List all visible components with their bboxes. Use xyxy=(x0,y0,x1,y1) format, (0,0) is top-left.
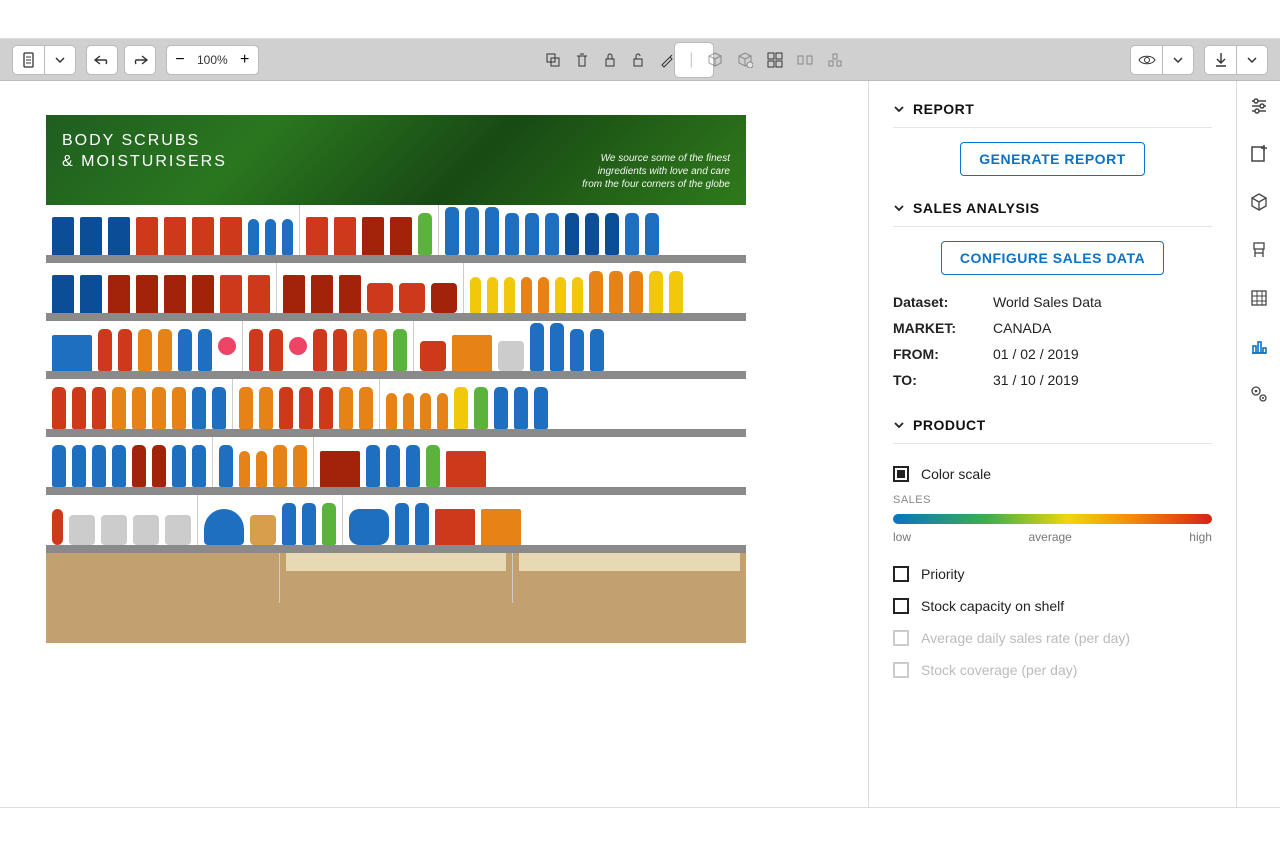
sales-label: SALES xyxy=(893,494,1212,506)
avg-daily-label: Average daily sales rate (per day) xyxy=(921,630,1130,646)
cube-plus-icon[interactable] xyxy=(737,52,753,68)
shelf-5 xyxy=(46,437,746,495)
view-mode-button[interactable] xyxy=(1130,45,1194,75)
chevron-down-icon xyxy=(893,419,905,431)
dataset-value: World Sales Data xyxy=(993,294,1102,310)
priority-label: Priority xyxy=(921,566,965,582)
split-icon[interactable] xyxy=(797,52,813,68)
planogram-header: BODY SCRUBS & MOISTURISERS We source som… xyxy=(46,115,746,205)
shelves xyxy=(46,205,746,603)
cube-icon[interactable] xyxy=(1246,189,1272,215)
to-value: 31 / 10 / 2019 xyxy=(993,372,1079,388)
browser-placeholder xyxy=(0,0,1280,39)
zoom-control[interactable]: − 100% + xyxy=(166,45,259,75)
download-button[interactable] xyxy=(1204,45,1268,75)
unlock-icon[interactable] xyxy=(631,52,645,68)
shelf-2 xyxy=(46,263,746,321)
zoom-value: 100% xyxy=(193,53,232,67)
chevron-down-icon xyxy=(893,103,905,115)
canvas-area[interactable]: BODY SCRUBS & MOISTURISERS We source som… xyxy=(0,81,868,807)
scale-labels: low average high xyxy=(893,530,1212,544)
shelf-1 xyxy=(46,205,746,263)
zoom-in-button[interactable]: + xyxy=(232,46,258,74)
chevron-down-icon[interactable] xyxy=(1236,45,1268,75)
grid-icon[interactable] xyxy=(1246,285,1272,311)
shelf-4 xyxy=(46,379,746,437)
color-scale-checkbox[interactable] xyxy=(893,466,909,482)
undo-button[interactable] xyxy=(86,45,118,75)
to-label: TO: xyxy=(893,372,993,388)
shelf-7-base xyxy=(46,553,746,603)
priority-checkbox[interactable] xyxy=(893,566,909,582)
duplicate-icon[interactable] xyxy=(545,52,561,68)
dataset-label: Dataset: xyxy=(893,294,993,310)
market-value: CANADA xyxy=(993,320,1051,336)
planogram-title-2: & MOISTURISERS xyxy=(62,153,227,170)
file-menu-button[interactable] xyxy=(12,45,76,75)
market-label: MARKET: xyxy=(893,320,993,336)
section-product-header[interactable]: PRODUCT xyxy=(893,411,1212,444)
section-sales-title: SALES ANALYSIS xyxy=(913,200,1040,216)
right-rail xyxy=(1236,81,1280,807)
distribute-icon[interactable] xyxy=(827,52,843,68)
coverage-label: Stock coverage (per day) xyxy=(921,662,1077,678)
eye-icon[interactable] xyxy=(1130,45,1162,75)
chevron-down-icon[interactable] xyxy=(44,45,76,75)
fixture-icon[interactable] xyxy=(1246,237,1272,263)
chevron-down-icon xyxy=(893,202,905,214)
gears-icon[interactable] xyxy=(1246,381,1272,407)
center-tool-group: | xyxy=(674,42,714,78)
coverage-checkbox xyxy=(893,662,909,678)
generate-report-button[interactable]: GENERATE REPORT xyxy=(960,142,1144,176)
color-scale-label: Color scale xyxy=(921,466,991,482)
redo-button[interactable] xyxy=(124,45,156,75)
sales-gradient xyxy=(893,514,1212,524)
section-report-header[interactable]: REPORT xyxy=(893,95,1212,128)
from-value: 01 / 02 / 2019 xyxy=(993,346,1079,362)
avg-daily-checkbox xyxy=(893,630,909,646)
planogram-title-1: BODY SCRUBS xyxy=(62,132,200,149)
trash-icon[interactable] xyxy=(575,52,589,68)
cube-grid-icon[interactable] xyxy=(767,52,783,68)
section-product-title: PRODUCT xyxy=(913,417,986,433)
section-report-title: REPORT xyxy=(913,101,974,117)
chevron-down-icon[interactable] xyxy=(1162,45,1194,75)
right-panel: REPORT GENERATE REPORT SALES ANALYSIS CO… xyxy=(868,81,1236,807)
from-label: FROM: xyxy=(893,346,993,362)
capacity-label: Stock capacity on shelf xyxy=(921,598,1064,614)
chart-icon[interactable] xyxy=(1246,333,1272,359)
document-icon xyxy=(21,52,37,68)
main-toolbar: − 100% + | xyxy=(0,39,1280,81)
planogram: BODY SCRUBS & MOISTURISERS We source som… xyxy=(46,115,746,643)
download-icon[interactable] xyxy=(1204,45,1236,75)
shelf-3 xyxy=(46,321,746,379)
paint-icon[interactable] xyxy=(659,52,675,68)
lock-icon[interactable] xyxy=(603,52,617,68)
add-page-icon[interactable] xyxy=(1246,141,1272,167)
shelf-6 xyxy=(46,495,746,553)
capacity-checkbox[interactable] xyxy=(893,598,909,614)
footer xyxy=(0,807,1280,847)
configure-sales-button[interactable]: CONFIGURE SALES DATA xyxy=(941,241,1164,275)
section-sales-header[interactable]: SALES ANALYSIS xyxy=(893,194,1212,227)
settings-icon[interactable] xyxy=(1246,93,1272,119)
zoom-out-button[interactable]: − xyxy=(167,46,193,74)
cube-icon[interactable] xyxy=(707,52,723,68)
